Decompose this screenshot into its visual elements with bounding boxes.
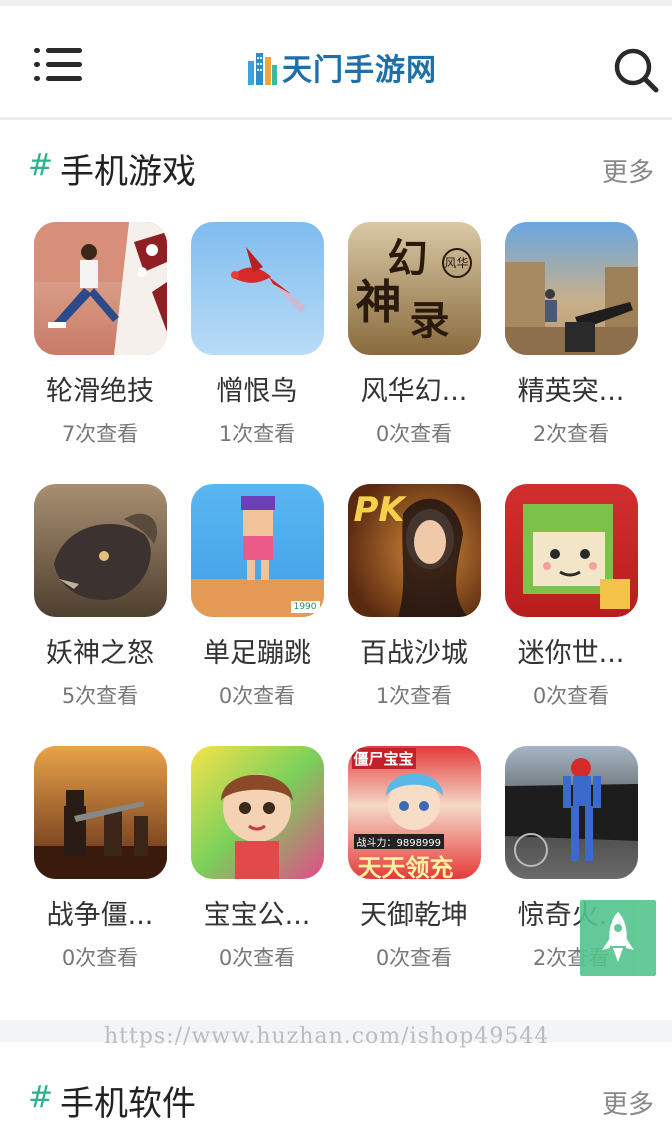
game-name: 天御乾坤	[360, 900, 468, 931]
thumb-badge: 风华	[441, 248, 472, 278]
game-views: 0次查看	[218, 684, 296, 708]
game-name: 妖神之怒	[46, 638, 154, 669]
game-thumbnail	[33, 484, 167, 617]
search-button[interactable]	[612, 46, 660, 94]
game-card[interactable]: 妖神之怒 5次查看	[22, 484, 178, 710]
game-name: 战争僵...	[46, 900, 154, 931]
game-thumbnail: 僵尸宝宝 战斗力：9898999 天天领充	[347, 746, 481, 879]
thumb-title-char: 录	[409, 297, 450, 344]
game-thumbnail	[190, 746, 324, 879]
game-views: 0次查看	[375, 422, 453, 446]
game-name: 精英突...	[517, 376, 625, 407]
thumb-bottom-text: 天天领充	[357, 854, 454, 879]
game-card[interactable]: 憎恨鸟 1次查看	[179, 222, 335, 448]
game-name: 迷你世...	[517, 638, 625, 669]
game-views: 7次查看	[61, 422, 139, 446]
game-card[interactable]: 战争僵... 0次查看	[22, 746, 178, 972]
games-section-header: # 手机游戏 更多	[0, 138, 672, 198]
game-name: 单足蹦跳	[203, 638, 311, 669]
top-header: 天门手游网	[0, 0, 672, 120]
thumb-title-char: 神	[355, 275, 402, 329]
game-card[interactable]: 迷你世... 0次查看	[493, 484, 649, 710]
game-thumbnail: PK	[347, 484, 481, 617]
game-thumbnail	[190, 222, 324, 355]
game-card[interactable]: PK 百战沙城 1次查看	[336, 484, 492, 710]
watermark-text: https://www.huzhan.com/ishop49544	[104, 1024, 550, 1049]
game-views: 2次查看	[532, 422, 610, 446]
game-views: 1次查看	[375, 684, 453, 708]
game-thumbnail	[33, 746, 167, 879]
game-thumbnail	[504, 222, 638, 355]
game-card[interactable]: 精英突... 2次查看	[493, 222, 649, 448]
game-views: 0次查看	[61, 946, 139, 970]
back-to-top-button[interactable]	[580, 900, 656, 976]
games-more-link[interactable]: 更多	[602, 152, 654, 189]
game-thumbnail	[33, 222, 167, 355]
section-title: 手机游戏	[60, 152, 196, 192]
game-name: 憎恨鸟	[216, 376, 298, 407]
game-views: 0次查看	[375, 946, 453, 970]
game-thumbnail	[504, 484, 638, 617]
game-views: 1次查看	[218, 422, 296, 446]
software-more-link[interactable]: 更多	[602, 1084, 654, 1121]
search-icon	[614, 48, 659, 93]
game-card[interactable]: 轮滑绝技 7次查看	[22, 222, 178, 448]
thumb-badge: 1990	[290, 601, 320, 613]
logo-text: 天门手游网	[282, 53, 437, 88]
section-title: 手机软件	[60, 1084, 196, 1124]
thumb-power-text: 战斗力：9898999	[353, 834, 445, 849]
game-name: 宝宝公...	[203, 900, 311, 931]
game-views: 0次查看	[218, 946, 296, 970]
site-logo[interactable]: 天门手游网	[246, 44, 437, 90]
rocket-icon	[602, 912, 634, 962]
game-thumbnail: 幻 神 录 风华	[347, 222, 481, 355]
game-name: 百战沙城	[360, 638, 468, 669]
menu-button[interactable]	[34, 44, 82, 88]
game-views: 0次查看	[532, 684, 610, 708]
game-thumbnail	[504, 746, 638, 879]
game-card[interactable]: 僵尸宝宝 战斗力：9898999 天天领充 天御乾坤 0次查看	[336, 746, 492, 972]
game-name: 轮滑绝技	[46, 376, 154, 407]
logo-building-icon	[248, 53, 277, 85]
section-hash: #	[28, 1080, 54, 1115]
game-name: 风华幻...	[360, 376, 468, 407]
software-section-header: # 手机软件 更多	[0, 1070, 672, 1130]
section-hash: #	[28, 148, 54, 183]
game-views: 5次查看	[61, 684, 139, 708]
game-thumbnail: 1990	[190, 484, 324, 617]
game-card[interactable]: 幻 神 录 风华 风华幻... 0次查看	[336, 222, 492, 448]
game-card[interactable]: 宝宝公... 0次查看	[179, 746, 335, 972]
game-card[interactable]: 1990 单足蹦跳 0次查看	[179, 484, 335, 710]
